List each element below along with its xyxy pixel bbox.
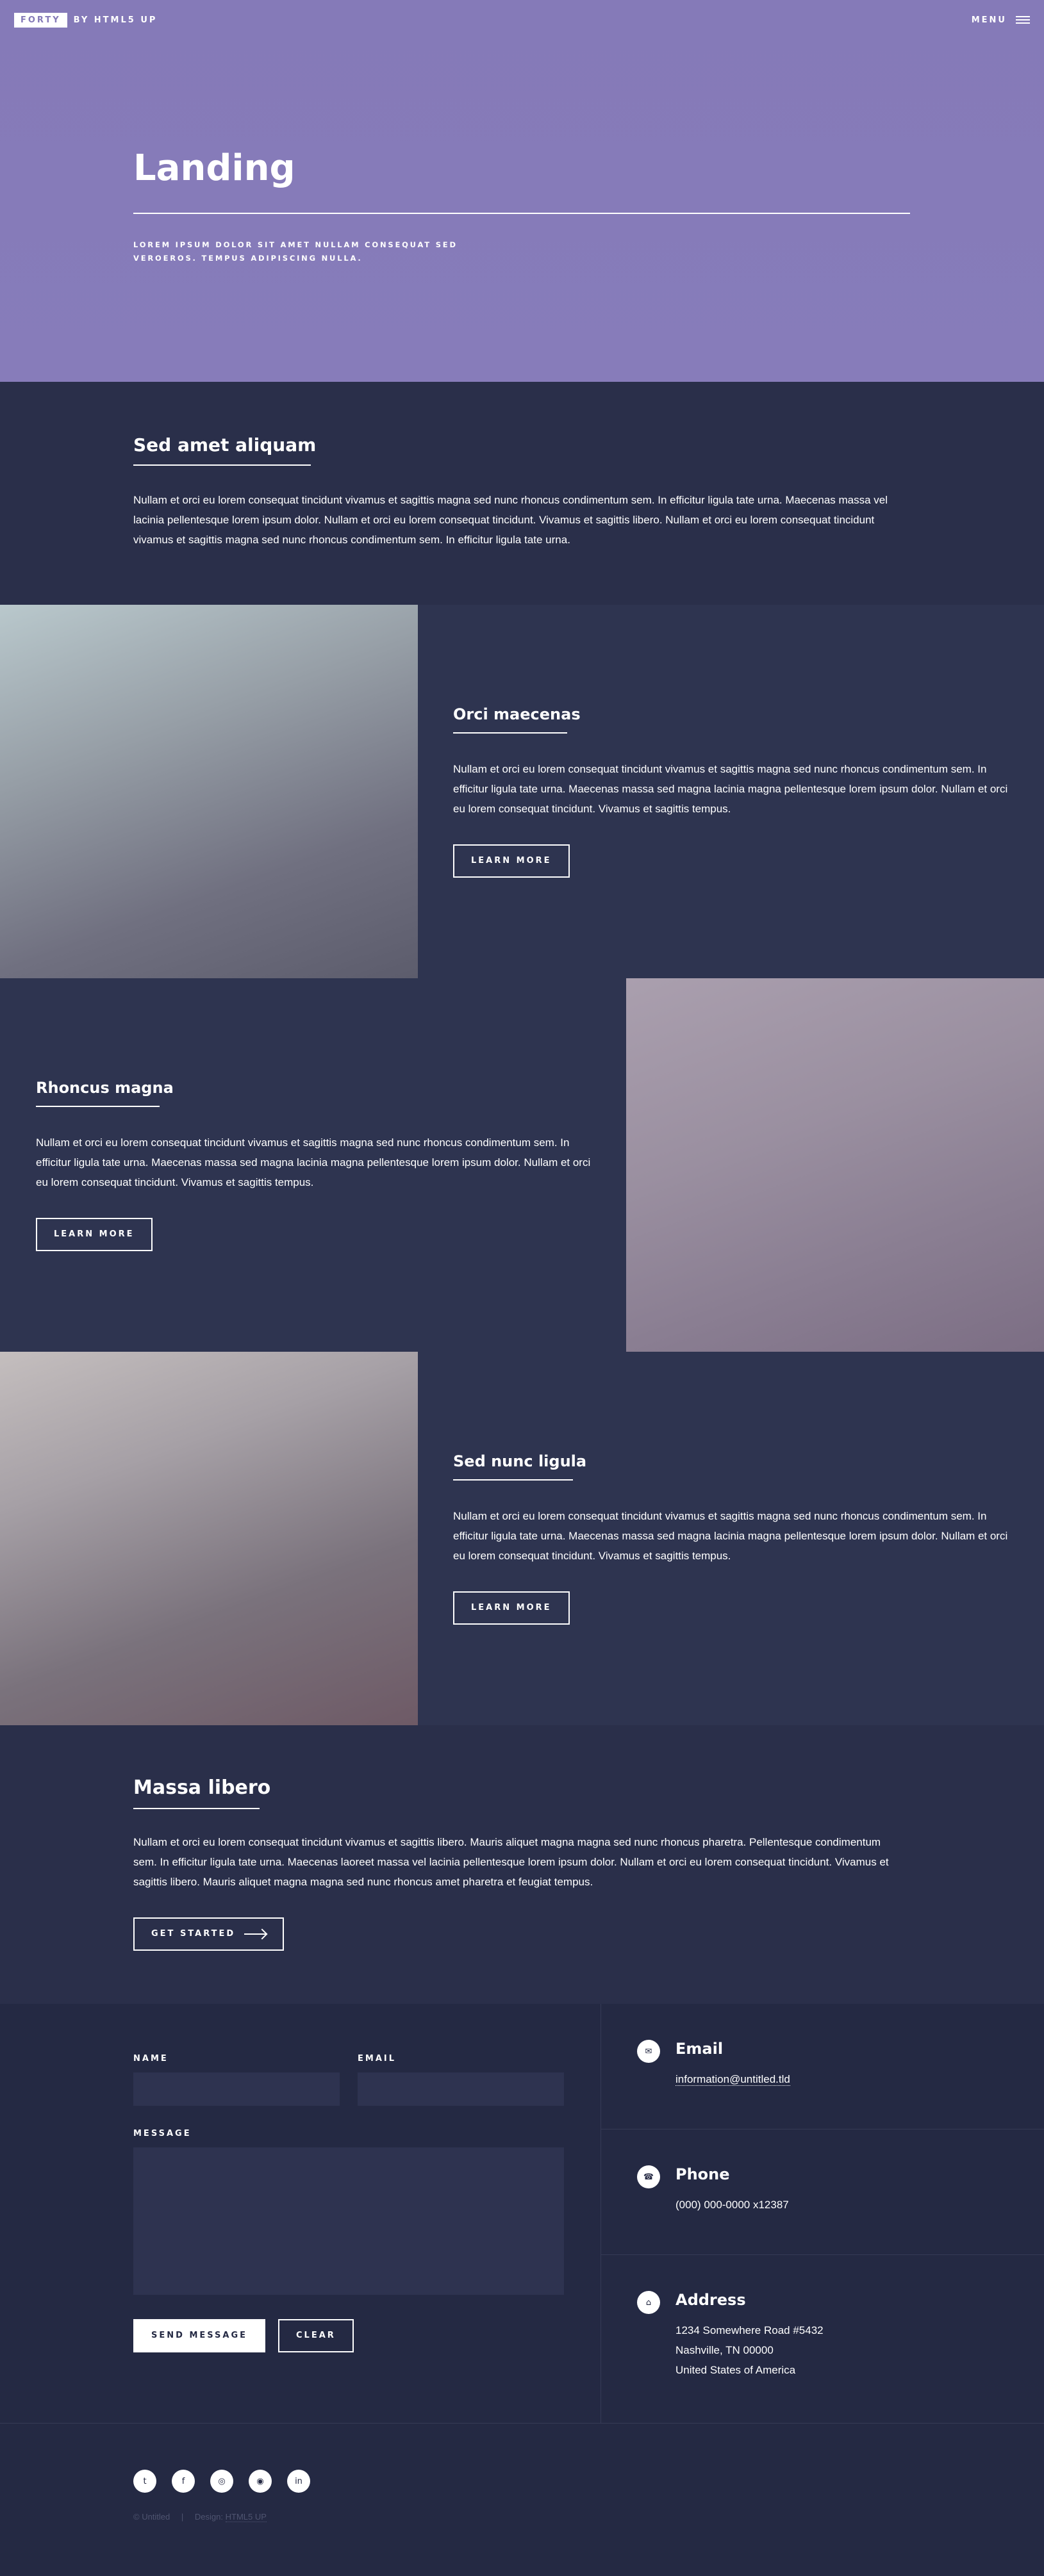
phone-title: Phone: [675, 2165, 730, 2183]
phone-block: ☎ Phone (000) 000-0000 x12387: [601, 2129, 1044, 2255]
hamburger-icon: [1016, 14, 1030, 26]
address-line: Nashville, TN 00000: [675, 2344, 774, 2356]
envelope-icon: ✉: [637, 2040, 660, 2063]
arrow-right-icon: [244, 1933, 267, 1935]
address-block: ⌂ Address 1234 Somewhere Road #5432 Nash…: [601, 2255, 1044, 2381]
intro-text: Nullam et orci eu lorem consequat tincid…: [133, 494, 888, 546]
spotlight-1: Orci maecenas Nullam et orci eu lorem co…: [0, 605, 1044, 978]
spotlight-heading: Rhoncus magna: [36, 1079, 174, 1107]
heading-underline: [133, 1808, 260, 1809]
email-input[interactable]: [358, 2072, 564, 2106]
message-label: MESSAGE: [133, 2129, 192, 2138]
menu-label: MENU: [971, 15, 1007, 25]
top-bar: FORTY BY HTML5 UP MENU: [0, 0, 1044, 40]
contact-section: NAME EMAIL MESSAGE SEND MESSAGE CLEAR ✉: [0, 2004, 1044, 2423]
intro-heading: Sed amet aliquam: [133, 434, 316, 466]
message-field: MESSAGE: [133, 2129, 601, 2295]
logo[interactable]: FORTY BY HTML5 UP: [14, 12, 158, 28]
spotlight-image[interactable]: [626, 978, 1044, 1352]
heading-underline: [36, 1106, 160, 1107]
logo-byline: BY HTML5 UP: [73, 15, 158, 25]
learn-more-button[interactable]: LEARN MORE: [453, 1591, 570, 1625]
spotlight-text: Nullam et orci eu lorem consequat tincid…: [453, 1510, 1008, 1562]
menu-button[interactable]: MENU: [972, 14, 1030, 26]
form-row: NAME EMAIL: [133, 2054, 601, 2106]
name-input[interactable]: [133, 2072, 340, 2106]
spotlight-title: Rhoncus magna: [36, 1079, 174, 1097]
email-link[interactable]: information@untitled.tld: [675, 2073, 790, 2086]
banner-divider: [133, 212, 910, 214]
spotlight-text: Nullam et orci eu lorem consequat tincid…: [36, 1136, 591, 1188]
facebook-icon[interactable]: f: [172, 2470, 195, 2493]
get-started-label: GET STARTED: [151, 1929, 236, 1939]
github-icon[interactable]: ◉: [249, 2470, 272, 2493]
spotlight-image[interactable]: [0, 605, 418, 978]
send-message-button[interactable]: SEND MESSAGE: [133, 2319, 266, 2352]
massa-heading: Massa libero: [133, 1776, 270, 1809]
name-label: NAME: [133, 2054, 169, 2063]
heading-underline: [453, 1479, 573, 1481]
learn-more-button[interactable]: LEARN MORE: [36, 1218, 153, 1251]
copyright-text: © Untitled: [133, 2512, 170, 2522]
logo-box: FORTY: [14, 12, 67, 28]
learn-more-button[interactable]: LEARN MORE: [453, 844, 570, 878]
social-icons: t f ◎ ◉ in: [133, 2470, 1044, 2493]
separator: |: [181, 2512, 184, 2522]
phone-icon: ☎: [637, 2165, 660, 2188]
intro-section: Sed amet aliquam Nullam et orci eu lorem…: [0, 382, 1044, 605]
address-value: 1234 Somewhere Road #5432 Nashville, TN …: [675, 2320, 1044, 2380]
contact-form: NAME EMAIL MESSAGE SEND MESSAGE CLEAR: [0, 2004, 601, 2423]
twitter-icon[interactable]: t: [133, 2470, 156, 2493]
massa-title: Massa libero: [133, 1776, 271, 1799]
linkedin-icon[interactable]: in: [287, 2470, 310, 2493]
banner-content: Landing LOREM IPSUM DOLOR SIT AMET NULLA…: [133, 149, 910, 265]
spotlight-text: Nullam et orci eu lorem consequat tincid…: [453, 763, 1008, 815]
email-title: Email: [675, 2040, 724, 2058]
copyright: © Untitled | Design: HTML5 UP: [133, 2512, 1044, 2522]
clear-button[interactable]: CLEAR: [278, 2319, 354, 2352]
spotlight-title: Sed nunc ligula: [453, 1452, 587, 1470]
page-title: Landing: [133, 147, 295, 189]
address-title: Address: [675, 2291, 746, 2309]
address-line: United States of America: [675, 2364, 796, 2376]
spotlight-content: Sed nunc ligula Nullam et orci eu lorem …: [418, 1352, 1044, 1725]
spotlight-heading: Sed nunc ligula: [453, 1452, 586, 1481]
email-block: ✉ Email information@untitled.tld: [601, 2004, 1044, 2129]
home-icon: ⌂: [637, 2291, 660, 2314]
design-label: Design:: [194, 2512, 223, 2522]
spotlight-2: Rhoncus magna Nullam et orci eu lorem co…: [0, 978, 1044, 1352]
design-credit-link[interactable]: HTML5 UP: [225, 2512, 267, 2522]
page: FORTY BY HTML5 UP MENU Landing LOREM IPS…: [0, 0, 1044, 2576]
heading-underline: [453, 732, 567, 734]
spotlight-heading: Orci maecenas: [453, 705, 581, 734]
heading-underline: [133, 464, 311, 466]
phone-value: (000) 000-0000 x12387: [675, 2199, 789, 2211]
banner: FORTY BY HTML5 UP MENU Landing LOREM IPS…: [0, 0, 1044, 382]
spotlight-content: Rhoncus magna Nullam et orci eu lorem co…: [0, 978, 626, 1352]
spotlight-3: Sed nunc ligula Nullam et orci eu lorem …: [0, 1352, 1044, 1725]
message-textarea[interactable]: [133, 2147, 564, 2295]
footer: t f ◎ ◉ in © Untitled | Design: HTML5 UP: [0, 2423, 1044, 2576]
email-label: EMAIL: [358, 2054, 396, 2063]
spotlight-image[interactable]: [0, 1352, 418, 1725]
address-line: 1234 Somewhere Road #5432: [675, 2324, 824, 2336]
get-started-button[interactable]: GET STARTED: [133, 1917, 285, 1951]
email-field: EMAIL: [358, 2054, 564, 2106]
banner-subtitle: LOREM IPSUM DOLOR SIT AMET NULLAM CONSEQ…: [133, 240, 458, 263]
spotlight-title: Orci maecenas: [453, 705, 581, 723]
intro-title: Sed amet aliquam: [133, 434, 317, 455]
massa-section: Massa libero Nullam et orci eu lorem con…: [0, 1725, 1044, 2004]
spotlight-content: Orci maecenas Nullam et orci eu lorem co…: [418, 605, 1044, 978]
massa-text: Nullam et orci eu lorem consequat tincid…: [133, 1836, 889, 1888]
form-actions: SEND MESSAGE CLEAR: [133, 2319, 601, 2352]
contact-info: ✉ Email information@untitled.tld ☎ Phone…: [601, 2004, 1044, 2423]
name-field: NAME: [133, 2054, 340, 2106]
instagram-icon[interactable]: ◎: [210, 2470, 233, 2493]
